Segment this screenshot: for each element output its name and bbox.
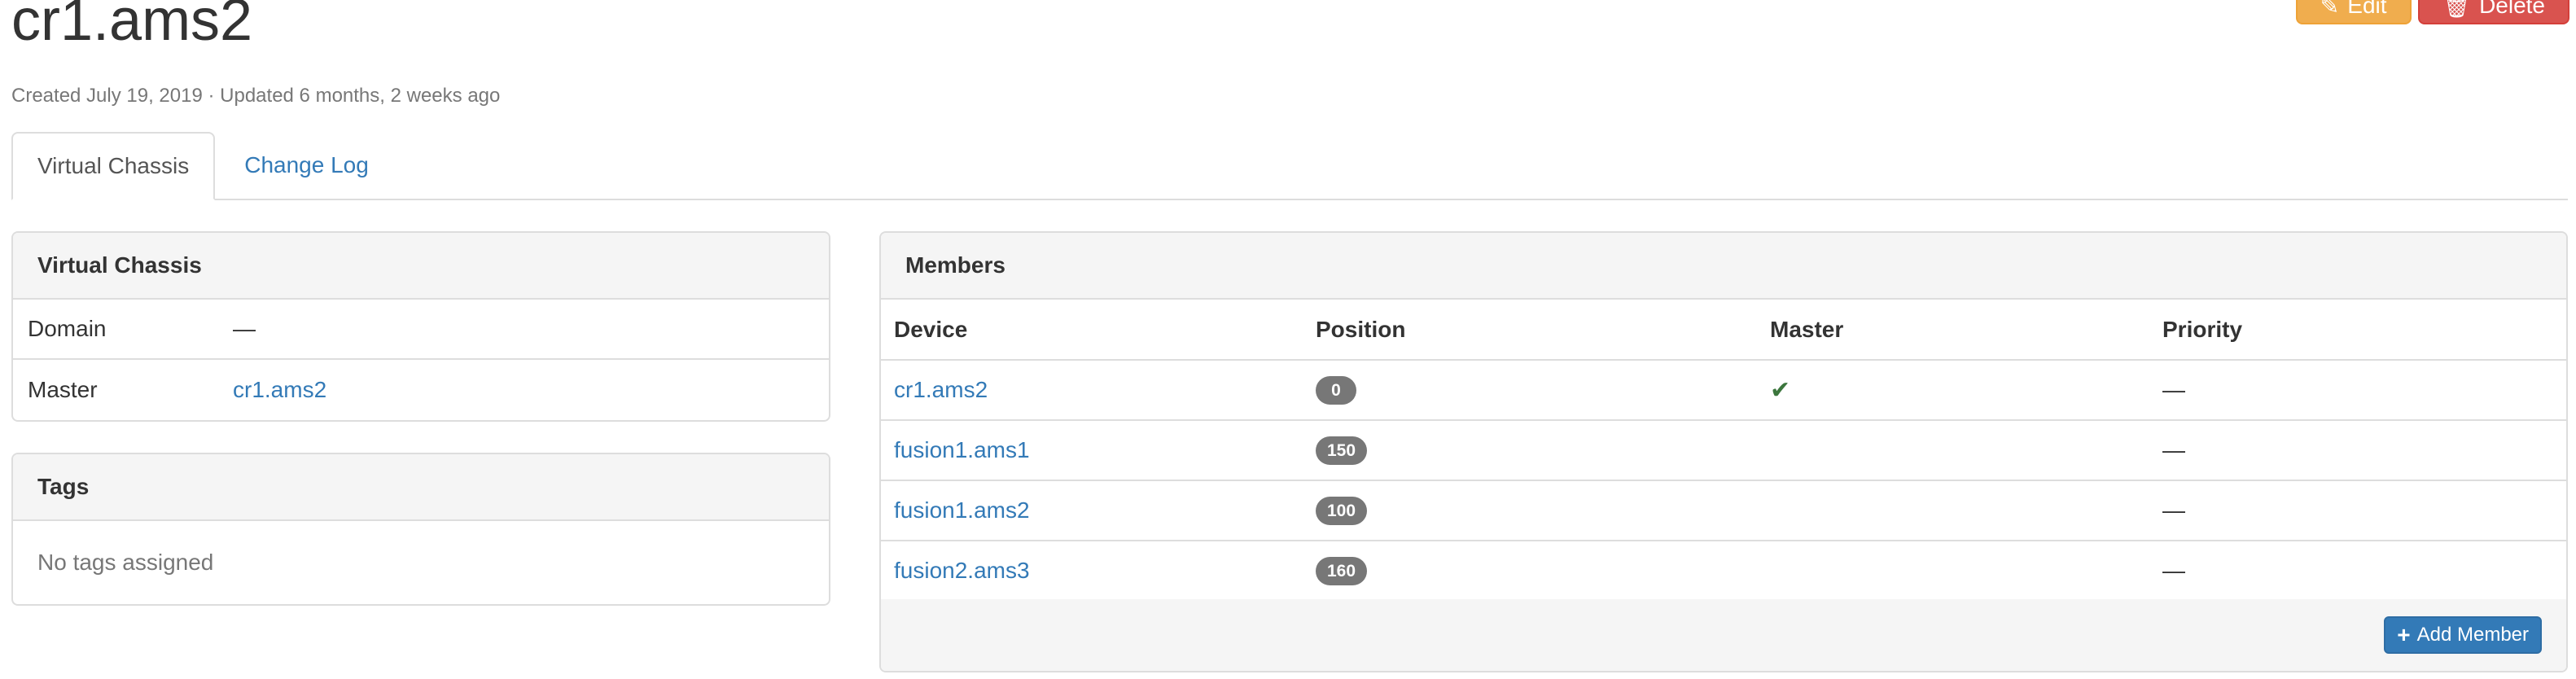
tab-virtual-chassis[interactable]: Virtual Chassis (11, 132, 216, 200)
master-label: Master (28, 377, 98, 402)
device-cell: cr1.ams2 (881, 360, 1303, 421)
delete-button-label: Delete (2479, 0, 2545, 18)
position-cell: 100 (1303, 480, 1757, 541)
tab-bar: Virtual Chassis Change Log (11, 132, 2568, 200)
device-cell: fusion2.ams3 (881, 541, 1303, 602)
position-badge: 150 (1316, 436, 1368, 466)
virtual-chassis-panel: Virtual Chassis Domain — Master cr1.ams2 (11, 231, 830, 422)
domain-label: Domain (28, 316, 107, 341)
column-header-device: Device (881, 300, 1303, 361)
position-cell: 0 (1303, 360, 1757, 421)
domain-row: Domain — (13, 300, 829, 360)
master-cell: ✔ (1757, 360, 2149, 421)
add-member-label: Add Member (2416, 624, 2529, 646)
table-row: fusion2.ams3 160 — (881, 541, 2566, 602)
priority-cell: — (2149, 480, 2566, 541)
position-badge: 160 (1316, 556, 1368, 586)
page-actions: ✎ Edit 🗑 Delete (2295, 0, 2569, 24)
column-header-priority: Priority (2149, 300, 2566, 361)
master-cell (1757, 480, 2149, 541)
master-cell (1757, 541, 2149, 602)
edit-button-label: Edit (2347, 0, 2387, 18)
master-cell (1757, 420, 2149, 481)
column-header-master: Master (1757, 300, 2149, 361)
members-table-body: cr1.ams2 0 ✔ — fusion1.ams1 150 — fusion1.ams2 1… (881, 360, 2566, 602)
table-row: cr1.ams2 0 ✔ — (881, 360, 2566, 421)
priority-cell: — (2149, 541, 2566, 602)
tags-heading: Tags (13, 454, 829, 521)
column-header-position: Position (1303, 300, 1757, 361)
priority-cell: — (2149, 420, 2566, 481)
position-badge: 0 (1316, 375, 1356, 405)
members-table: Device Position Master Priority cr1.ams2… (881, 300, 2566, 602)
virtual-chassis-heading: Virtual Chassis (13, 233, 829, 300)
members-footer: + Add Member (881, 599, 2566, 671)
pencil-icon: ✎ (2320, 0, 2340, 19)
priority-cell: — (2149, 360, 2566, 421)
position-badge: 100 (1316, 496, 1368, 526)
edit-button[interactable]: ✎ Edit (2295, 0, 2412, 24)
device-cell: fusion1.ams1 (881, 420, 1303, 481)
delete-button[interactable]: 🗑 Delete (2417, 0, 2569, 24)
master-device-link[interactable]: cr1.ams2 (233, 377, 326, 403)
tags-panel: Tags No tags assigned (11, 453, 830, 606)
domain-value: — (233, 316, 256, 341)
add-member-button[interactable]: + Add Member (2384, 616, 2542, 654)
position-cell: 160 (1303, 541, 1757, 602)
master-row: Master cr1.ams2 (13, 360, 829, 420)
table-row: fusion1.ams1 150 — (881, 420, 2566, 481)
device-link[interactable]: cr1.ams2 (894, 377, 988, 402)
device-cell: fusion1.ams2 (881, 480, 1303, 541)
device-link[interactable]: fusion1.ams2 (894, 497, 1030, 523)
trash-icon: 🗑 (2442, 0, 2472, 19)
tab-change-log[interactable]: Change Log (218, 132, 395, 199)
page-title: cr1.ams2 (11, 0, 253, 53)
tags-empty-text: No tags assigned (37, 550, 214, 575)
table-row: fusion1.ams2 100 — (881, 480, 2566, 541)
members-header-row: Device Position Master Priority (881, 300, 2566, 361)
page-meta: Created July 19, 2019 · Updated 6 months… (11, 85, 501, 107)
members-panel: Members Device Position Master Priority … (879, 231, 2568, 672)
position-cell: 150 (1303, 420, 1757, 481)
plus-icon: + (2397, 622, 2411, 647)
check-icon: ✔ (1770, 376, 1791, 404)
device-link[interactable]: fusion1.ams1 (894, 437, 1030, 462)
members-heading: Members (881, 233, 2566, 300)
device-link[interactable]: fusion2.ams3 (894, 558, 1030, 583)
